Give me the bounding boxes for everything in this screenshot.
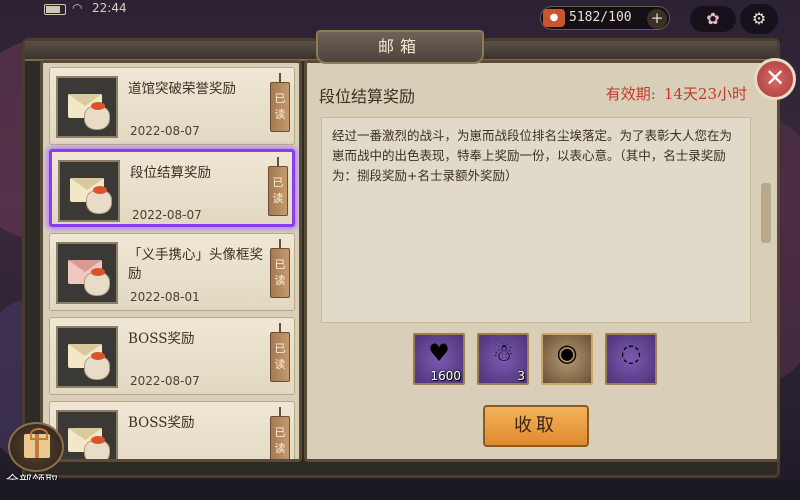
mail-item[interactable]: 道馆突破荣誉奖励 2022-08-07 已读 (49, 67, 295, 145)
reward-quantity: 1600 (430, 369, 461, 383)
mail-item[interactable]: BOSS奖励 2022-08-07 已读 (49, 317, 295, 395)
mail-detail-panel: 段位结算奖励 有效期: 14天23小时 经过一番激烈的战斗，为崽而战段位排名尘埃落… (304, 60, 780, 462)
sakura-icon[interactable]: ✿ (690, 6, 736, 32)
read-status-tag: 已读 (270, 323, 290, 382)
mail-item[interactable]: BOSS奖励 2022-08-06 已读 (49, 401, 295, 459)
mail-title: BOSS奖励 (128, 415, 195, 431)
add-resource-button[interactable]: + (647, 9, 667, 29)
collect-button[interactable]: 收取 (483, 405, 589, 447)
stamina-icon: ● (543, 9, 565, 27)
mail-title: 段位结算奖励 (130, 165, 211, 181)
ribbon-icon (93, 186, 107, 194)
wifi-icon: ◠ (72, 1, 83, 15)
mail-item-selected[interactable]: 段位结算奖励 2022-08-07 已读 (49, 149, 295, 227)
collect-all-button[interactable] (8, 422, 64, 472)
read-status-tag: 已读 (270, 407, 290, 459)
mail-date: 2022-08-06 (130, 458, 200, 459)
mail-date: 2022-08-07 (130, 124, 200, 138)
mail-list[interactable]: 道馆突破荣誉奖励 2022-08-07 已读 段位结算奖励 2022-08-07… (40, 60, 302, 462)
reward-item[interactable]: ☃ 3 (477, 333, 529, 385)
scroll-handle[interactable] (761, 183, 771, 243)
read-status-tag: 已读 (270, 73, 290, 132)
bracelet-icon: ◌ (620, 339, 642, 367)
mail-thumbnail (56, 242, 118, 304)
close-button[interactable]: ✕ (754, 58, 796, 100)
status-bar: ◠ 22:44 (0, 0, 800, 22)
bottom-bar (0, 480, 800, 500)
reward-item[interactable]: ◉ (541, 333, 593, 385)
mail-item[interactable]: 「义手携心」头像框奖励 2022-08-01 已读 (49, 233, 295, 311)
menu-icon[interactable]: ⚙ (740, 4, 778, 34)
daruma-material-icon: ☃ (492, 339, 514, 367)
window-title: 邮箱 (316, 30, 484, 64)
validity-time: 14天23小时 (663, 85, 747, 103)
reward-list: ♥ 1600 ☃ 3 ◉ ◌ (413, 333, 673, 387)
ribbon-icon (91, 268, 105, 276)
close-icon: ✕ (764, 64, 786, 92)
mail-title: 「义手携心」头像框奖励 (128, 247, 263, 282)
ribbon-icon (91, 436, 105, 444)
mail-thumbnail (56, 76, 118, 138)
reward-item[interactable]: ♥ 1600 (413, 333, 465, 385)
battery-icon (44, 4, 66, 15)
mail-title: BOSS奖励 (128, 331, 195, 347)
detail-title: 段位结算奖励 (319, 87, 416, 106)
ribbon-icon (91, 352, 105, 360)
mail-content: 经过一番激烈的战斗，为崽而战段位排名尘埃落定。为了表彰大人您在为崽而战中的出色表… (321, 117, 751, 323)
read-status-tag: 已读 (270, 239, 290, 298)
mail-title: 道馆突破荣誉奖励 (128, 81, 236, 97)
red-bean-icon: ♥ (428, 339, 450, 367)
mail-thumbnail (56, 326, 118, 388)
ribbon-icon (91, 102, 105, 110)
gift-box-icon (24, 428, 50, 458)
status-time: 22:44 (92, 1, 127, 15)
reward-quantity: 3 (517, 369, 525, 383)
mail-thumbnail (58, 160, 120, 222)
validity: 有效期: 14天23小时 (606, 83, 747, 104)
resource-value: 5182/100 (569, 10, 632, 25)
mail-date: 2022-08-07 (132, 208, 202, 222)
validity-label: 有效期: (605, 85, 656, 103)
read-status-tag: 已读 (268, 157, 288, 216)
mail-thumbnail (56, 410, 118, 459)
resource-counter[interactable]: ● 5182/100 + (540, 6, 670, 30)
reward-item[interactable]: ◌ (605, 333, 657, 385)
daruma-face-icon: ◉ (556, 339, 578, 367)
mail-date: 2022-08-07 (130, 374, 200, 388)
mail-date: 2022-08-01 (130, 290, 200, 304)
